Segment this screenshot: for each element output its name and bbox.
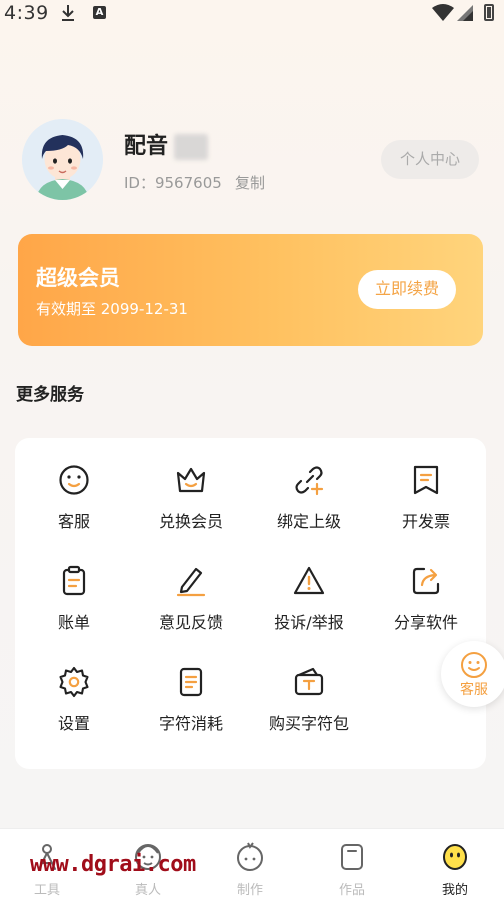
service-label: 设置 [57,714,90,733]
service-item-feedback[interactable]: 意见反馈 [132,539,250,639]
service-label: 购买字符包 [268,714,349,733]
service-label: 账单 [57,613,90,632]
create-icon [237,842,263,871]
service-item-buy-character-pack[interactable]: 购买字符包 [250,640,368,740]
service-item-customer-service[interactable]: 客服 [15,438,133,538]
crown-icon [176,467,206,493]
avatar[interactable] [22,119,103,200]
avatar-face-icon [22,119,103,200]
invoice-icon [413,465,439,495]
service-item-settings[interactable]: 设置 [15,640,133,740]
share-icon [412,567,440,595]
status-time: 4:39 [4,2,49,24]
tab-works[interactable]: 作品 [302,829,402,903]
service-item-complaint[interactable]: 投诉/举报 [250,539,368,639]
tab-create[interactable]: 制作 [200,829,300,903]
nav-label: 制作 [236,883,263,898]
user-id: ID：9567605 [124,174,222,192]
link-plus-icon [295,466,324,496]
service-item-bind-superior[interactable]: 绑定上级 [250,438,368,538]
personal-center-button[interactable]: 个人中心 [381,140,479,179]
service-item-bill[interactable]: 账单 [15,539,133,639]
warning-icon [293,566,325,595]
download-icon [62,5,74,21]
service-label: 分享软件 [393,613,458,632]
username: 配音 [124,134,169,159]
document-icon [179,667,203,697]
mine-icon [443,844,467,870]
pencil-icon [176,567,206,597]
nav-label: 我的 [441,883,468,898]
wifi-icon [432,4,454,21]
service-item-invoice[interactable]: 开发票 [367,438,485,538]
watermark-text: www.dgrai.com [30,852,196,877]
username-redacted [174,134,208,160]
battery-icon [484,4,494,21]
service-grid: 客服 兑换会员 绑定上级 开发票 账单 意见反馈 投诉/举报 分享软件 设置 字… [15,438,486,769]
gear-icon [59,666,89,698]
service-item-share-app[interactable]: 分享软件 [367,539,485,639]
service-label: 字符消耗 [158,714,223,733]
vip-title: 超级会员 [36,266,120,290]
vip-card: 超级会员 有效期至 2099-12-31 立即续费 [18,234,483,346]
section-title: 更多服务 [16,385,84,405]
nav-label: 作品 [338,883,365,898]
app-notification-icon: A [93,6,106,19]
status-bar: 4:39 A [0,0,504,26]
copy-id-button[interactable]: 复制 [235,172,265,193]
vip-expiry: 有效期至 2099-12-31 [36,300,188,318]
nav-label: 真人 [134,883,161,898]
service-label: 意见反馈 [158,613,223,632]
service-label: 开发票 [401,512,450,531]
wallet-icon [294,667,324,696]
clipboard-icon [62,565,86,596]
smile-icon [59,465,89,495]
renew-button[interactable]: 立即续费 [358,270,456,309]
service-item-character-usage[interactable]: 字符消耗 [132,640,250,740]
floating-customer-service-button[interactable]: 客服 [441,641,504,707]
floating-service-label: 客服 [460,682,488,698]
service-label: 兑换会员 [158,512,223,531]
works-icon [341,844,363,870]
service-label: 绑定上级 [276,512,341,531]
service-item-redeem-vip[interactable]: 兑换会员 [132,438,250,538]
signal-icon [457,5,473,21]
service-label: 客服 [57,512,90,531]
service-label: 投诉/举报 [274,613,344,632]
nav-label: 工具 [33,883,60,898]
smile-icon [461,652,487,678]
tab-mine[interactable]: 我的 [405,829,504,903]
